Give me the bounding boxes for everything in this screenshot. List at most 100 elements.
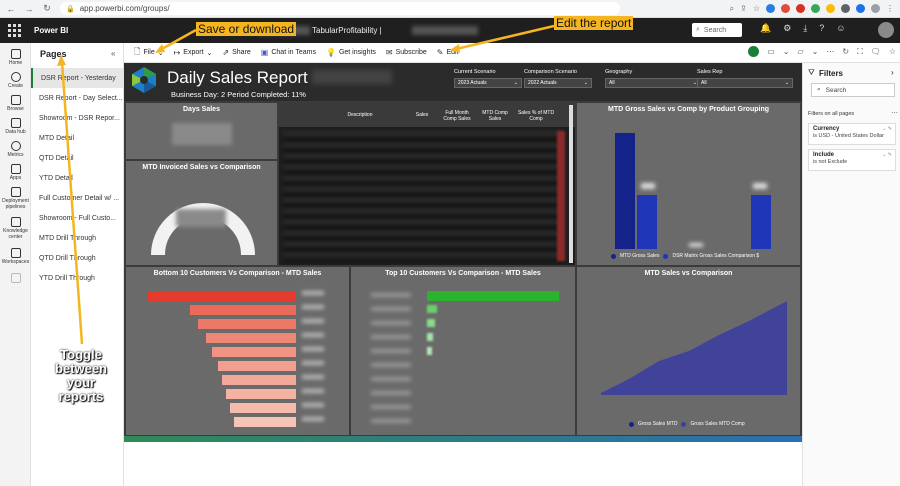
geography-slicer[interactable]: Geography All ⌄ (605, 69, 701, 88)
comment-icon[interactable]: 🗨 (871, 47, 881, 56)
sales-table[interactable]: Description Sales Full Month Comp Sales … (279, 103, 575, 265)
top-10-customers-chart[interactable]: Top 10 Customers Vs Comparison - MTD Sal… (351, 267, 575, 435)
fullscreen-icon[interactable]: ⛶ (857, 47, 863, 57)
reload-icon[interactable]: ↻ (40, 2, 54, 16)
chevron-down-icon[interactable]: ⌄ (812, 47, 819, 56)
chevron-down-icon[interactable]: ⌄ (783, 47, 790, 56)
app-launcher-icon[interactable] (8, 23, 24, 39)
star-icon[interactable]: ☆ (889, 47, 896, 56)
view-icon[interactable]: ▭ (767, 47, 775, 56)
column-header[interactable]: Full Month Comp Sales (439, 110, 475, 122)
edit-button[interactable]: ✎ Edit (437, 48, 459, 57)
extension-icon[interactable] (796, 4, 805, 13)
bar[interactable] (212, 347, 296, 357)
nav-workspaces[interactable]: Workspaces (0, 248, 31, 265)
bar[interactable] (615, 133, 635, 249)
nav-create[interactable]: Create (0, 72, 31, 89)
page-tab[interactable]: QTD Detail (31, 148, 123, 168)
bar[interactable] (234, 417, 296, 427)
bar[interactable] (222, 375, 296, 385)
column-header[interactable]: MTD Comp Sales (477, 110, 513, 122)
extension-icon[interactable] (856, 4, 865, 13)
forward-icon[interactable]: → (22, 2, 36, 16)
nav-apps[interactable]: Apps (0, 164, 31, 181)
nav-current-workspace[interactable] (0, 273, 31, 284)
refresh-icon[interactable]: ↻ (842, 47, 849, 56)
bar[interactable] (218, 361, 296, 371)
filters-search[interactable]: ⌕ Search (811, 83, 895, 97)
refresh-status-icon[interactable] (748, 46, 760, 57)
page-tab[interactable]: DSR Report - Day Select... (31, 88, 123, 108)
file-button[interactable]: 🗋 File ⌄ (134, 46, 164, 60)
extension-icon[interactable] (826, 4, 835, 13)
bar[interactable] (427, 333, 433, 341)
search-box[interactable]: ⌕ Search (692, 23, 742, 37)
bottom-10-customers-chart[interactable]: Bottom 10 Customers Vs Comparison - MTD … (126, 267, 349, 435)
page-tab[interactable]: YTD Drill Through (31, 268, 123, 288)
gear-icon[interactable]: ⚙ (783, 23, 791, 34)
bar[interactable] (148, 291, 296, 301)
scrollbar[interactable] (569, 105, 573, 263)
bar[interactable] (230, 403, 296, 413)
help-icon[interactable]: ? (819, 23, 824, 34)
bar[interactable] (226, 389, 296, 399)
bar[interactable] (206, 333, 296, 343)
mtd-sales-vs-comparison-chart[interactable]: MTD Sales vs Comparison Gross Sales MTD … (577, 267, 800, 435)
download-icon[interactable]: ⤓ (803, 23, 807, 34)
workspace-title[interactable]: TabularProfitability | (312, 26, 382, 35)
page-tab[interactable]: QTD Drill Through (31, 248, 123, 268)
bar[interactable] (427, 347, 432, 355)
subscribe-button[interactable]: ✉ Subscribe (386, 48, 427, 57)
chat-in-teams-button[interactable]: ▣ Chat in Teams (261, 48, 316, 57)
column-header[interactable]: Sales % of MTD Comp (515, 110, 557, 122)
filter-card-include[interactable]: Include is not Exclude ⌄ ✎ (808, 149, 896, 171)
bell-icon[interactable]: 🔔 (760, 23, 771, 34)
nav-metrics[interactable]: Metrics (0, 141, 31, 158)
column-header[interactable]: Sales (409, 112, 435, 118)
nav-home[interactable]: Home (0, 49, 31, 66)
zoom-icon[interactable]: ⌕ (730, 4, 734, 14)
extension-icon[interactable] (841, 4, 850, 13)
nav-browse[interactable]: Browse (0, 95, 31, 112)
app-name[interactable]: Power BI (34, 26, 68, 35)
star-icon[interactable]: ☆ (753, 4, 760, 13)
extension-icon[interactable] (811, 4, 820, 13)
bar[interactable] (751, 195, 771, 249)
profile-icon[interactable] (871, 4, 880, 13)
get-insights-button[interactable]: 💡 Get insights (326, 48, 376, 57)
collapse-icon[interactable]: « (111, 49, 115, 58)
nav-data-hub[interactable]: Data hub (0, 118, 31, 135)
sales-rep-slicer[interactable]: Sales Rep All ⌄ (697, 69, 793, 88)
export-button[interactable]: ↦ Export ⌄ (174, 48, 213, 57)
page-tab[interactable]: DSR Report - Yesterday (31, 68, 123, 88)
days-sales-card[interactable]: Days Sales (126, 103, 277, 159)
share-button[interactable]: ⇗ Share (222, 48, 250, 57)
page-tab[interactable]: Showroom - DSR Repor... (31, 108, 123, 128)
address-bar[interactable]: 🔒 app.powerbi.com/groups/ (60, 2, 620, 15)
bar[interactable] (637, 195, 657, 249)
share-icon[interactable]: ⇪ (740, 4, 747, 13)
bar[interactable] (198, 319, 296, 329)
back-icon[interactable]: ← (4, 2, 18, 16)
avatar[interactable] (878, 22, 894, 38)
bar[interactable] (427, 319, 435, 327)
column-header[interactable]: Description (325, 112, 395, 118)
mtd-invoiced-gauge[interactable]: MTD Invoiced Sales vs Comparison (126, 161, 277, 265)
nav-knowledge[interactable]: Knowledge center (0, 217, 31, 240)
filter-card-currency[interactable]: Currency is USD - United States Dollar ⌄… (808, 123, 896, 145)
bar[interactable] (190, 305, 296, 315)
nav-deployment[interactable]: Deployment pipelines (0, 187, 31, 210)
page-tab[interactable]: Showroom - Full Custo... (31, 208, 123, 228)
page-tab[interactable]: Full Customer Detail w/ ... (31, 188, 123, 208)
extension-icon[interactable] (781, 4, 790, 13)
browser-menu-icon[interactable]: ⋮ (886, 4, 894, 13)
bookmark-icon[interactable]: ▱ (798, 47, 804, 56)
page-tab[interactable]: YTD Detail (31, 168, 123, 188)
more-icon[interactable]: ⋯ (826, 47, 834, 56)
page-tab[interactable]: MTD Detail (31, 128, 123, 148)
current-scenario-slicer[interactable]: Current Scenario 2023 Actuals ⌄ (454, 69, 522, 88)
comparison-scenario-slicer[interactable]: Comparison Scenario 2022 Actuals ⌄ (524, 69, 592, 88)
feedback-icon[interactable]: ☺ (836, 23, 845, 34)
page-tab[interactable]: MTD Drill Through (31, 228, 123, 248)
collapse-icon[interactable]: › (891, 68, 894, 77)
